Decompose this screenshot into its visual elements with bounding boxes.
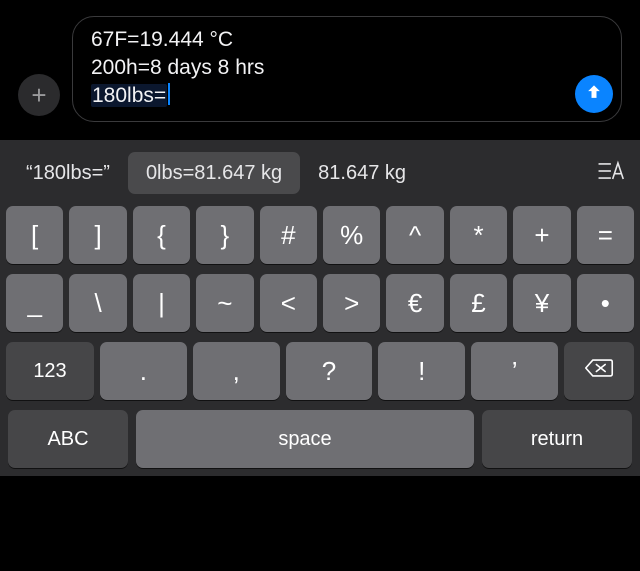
key-plus[interactable]: + [513, 206, 570, 264]
text-cursor [168, 83, 170, 105]
key-left-brace[interactable]: { [133, 206, 190, 264]
key-hash[interactable]: # [260, 206, 317, 264]
key-euro[interactable]: € [386, 274, 443, 332]
input-line: 200h=8 days 8 hrs [91, 55, 565, 81]
key-right-brace[interactable]: } [196, 206, 253, 264]
key-period[interactable]: . [100, 342, 187, 400]
key-row-2: _ \ | ~ < > € £ ¥ • [6, 274, 634, 332]
key-exclaim[interactable]: ! [378, 342, 465, 400]
key-percent[interactable]: % [323, 206, 380, 264]
key-backslash[interactable]: \ [69, 274, 126, 332]
plus-icon: + [31, 80, 46, 111]
key-return[interactable]: return [482, 410, 632, 468]
key-backspace[interactable] [564, 342, 634, 400]
key-tilde[interactable]: ~ [196, 274, 253, 332]
key-abc[interactable]: ABC [8, 410, 128, 468]
key-equals[interactable]: = [577, 206, 634, 264]
key-caret[interactable]: ^ [386, 206, 443, 264]
key-numbers[interactable]: 123 [6, 342, 94, 400]
key-row-4: ABC space return [6, 410, 634, 468]
suggestion[interactable]: “180lbs=” [8, 152, 128, 194]
add-button[interactable]: + [18, 74, 60, 116]
suggestion-bar: “180lbs=” 0lbs=81.647 kg 81.647 kg [0, 144, 640, 202]
key-comma[interactable]: , [193, 342, 280, 400]
text-input[interactable]: 67F=19.444 °C 200h=8 days 8 hrs 180lbs= [72, 16, 622, 122]
key-underscore[interactable]: _ [6, 274, 63, 332]
key-bullet[interactable]: • [577, 274, 634, 332]
input-line: 67F=19.444 °C [91, 27, 565, 53]
key-grid: [ ] { } # % ^ * + = _ \ | ~ < > € £ ¥ • … [0, 202, 640, 476]
key-pound[interactable]: £ [450, 274, 507, 332]
key-apostrophe[interactable]: ’ [471, 342, 558, 400]
key-space[interactable]: space [136, 410, 474, 468]
text-format-button[interactable] [584, 152, 636, 194]
suggestion[interactable]: 81.647 kg [300, 152, 424, 194]
key-question[interactable]: ? [286, 342, 373, 400]
key-right-bracket[interactable]: ] [69, 206, 126, 264]
backspace-icon [584, 356, 614, 386]
key-greater-than[interactable]: > [323, 274, 380, 332]
keyboard: “180lbs=” 0lbs=81.647 kg 81.647 kg [ ] {… [0, 140, 640, 476]
key-yen[interactable]: ¥ [513, 274, 570, 332]
arrow-up-icon [584, 82, 604, 107]
suggestion-selected[interactable]: 0lbs=81.647 kg [128, 152, 300, 194]
compose-area: + 67F=19.444 °C 200h=8 days 8 hrs 180lbs… [0, 0, 640, 140]
key-row-1: [ ] { } # % ^ * + = [6, 206, 634, 264]
send-button[interactable] [575, 75, 613, 113]
key-row-3: 123 . , ? ! ’ [6, 342, 634, 400]
key-left-bracket[interactable]: [ [6, 206, 63, 264]
key-less-than[interactable]: < [260, 274, 317, 332]
input-active-text: 180lbs= [91, 84, 167, 107]
key-asterisk[interactable]: * [450, 206, 507, 264]
text-format-icon [595, 158, 625, 189]
input-line-active: 180lbs= [91, 83, 565, 109]
key-pipe[interactable]: | [133, 274, 190, 332]
